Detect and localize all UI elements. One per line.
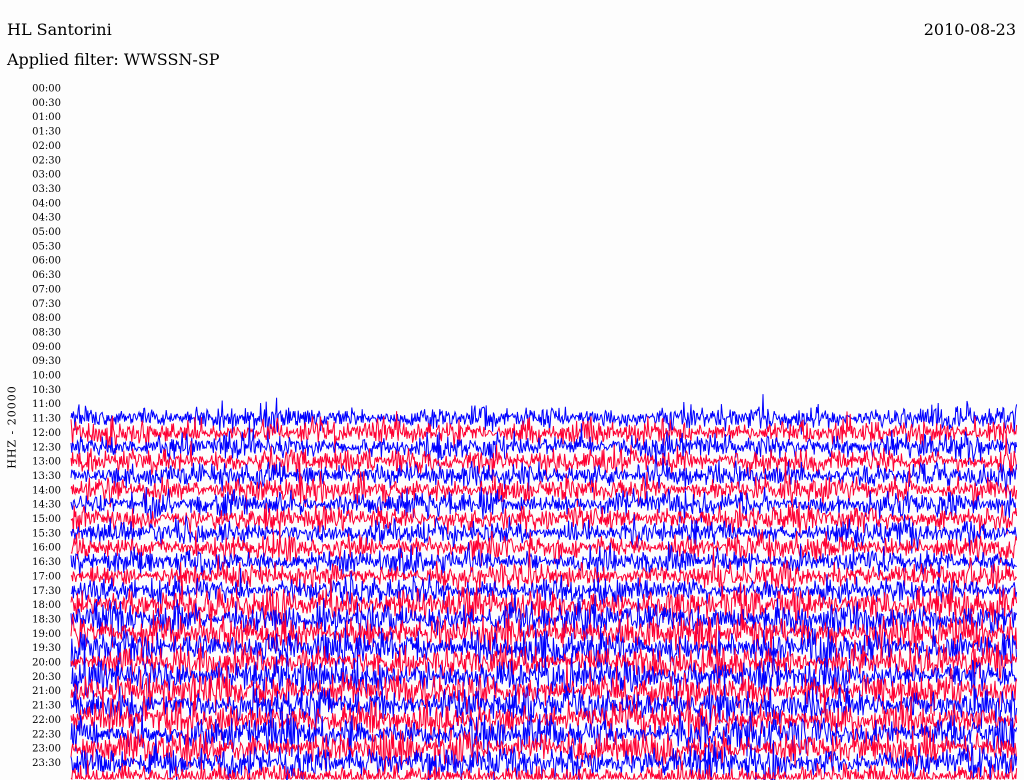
time-tick-label: 17:00 [32, 571, 61, 582]
time-tick-label: 19:00 [32, 629, 61, 640]
time-tick-label: 13:30 [32, 471, 61, 482]
time-tick-label: 21:00 [32, 686, 61, 697]
time-tick-label: 01:30 [32, 127, 61, 138]
time-tick-label: 02:00 [32, 141, 61, 152]
time-tick-label: 01:00 [32, 112, 61, 123]
time-tick-label: 14:30 [32, 500, 61, 511]
time-tick-label: 23:00 [32, 744, 61, 755]
time-tick-label: 08:00 [32, 313, 61, 324]
time-tick-label: 17:30 [32, 586, 61, 597]
time-tick-label: 22:00 [32, 715, 61, 726]
time-tick-label: 16:00 [32, 543, 61, 554]
time-tick-label: 12:30 [32, 442, 61, 453]
time-tick-label: 09:30 [32, 356, 61, 367]
time-tick-label: 15:30 [32, 528, 61, 539]
time-tick-label: 23:30 [32, 758, 61, 769]
time-tick-label: 16:30 [32, 557, 61, 568]
time-tick-label: 04:30 [32, 213, 61, 224]
time-tick-label: 08:30 [32, 327, 61, 338]
time-tick-label: 19:30 [32, 643, 61, 654]
time-tick-label: 04:00 [32, 198, 61, 209]
time-tick-labels: 00:00 00:30 01:00 01:30 02:00 02:30 03:00 03:30… [32, 84, 61, 769]
time-tick-label: 07:00 [32, 284, 61, 295]
time-tick-label: 00:30 [32, 98, 61, 109]
helicorder-plot: 00:00 00:30 01:00 01:30 02:00 02:30 03:00 03:30… [32, 84, 1018, 780]
time-tick-label: 06:00 [32, 256, 61, 267]
time-tick-label: 14:00 [32, 485, 61, 496]
time-tick-label: 15:00 [32, 514, 61, 525]
time-tick-label: 05:00 [32, 227, 61, 238]
time-tick-label: 07:30 [32, 299, 61, 310]
time-tick-label: 13:00 [32, 457, 61, 468]
time-tick-label: 11:30 [32, 414, 61, 425]
time-tick-label: 09:00 [32, 342, 61, 353]
time-tick-label: 20:30 [32, 672, 61, 683]
time-tick-label: 11:00 [32, 399, 61, 410]
trace-lines [70, 394, 1018, 780]
time-tick-label: 03:00 [32, 170, 61, 181]
time-tick-label: 22:30 [32, 729, 61, 740]
time-tick-label: 20:00 [32, 658, 61, 669]
time-tick-label: 18:30 [32, 614, 61, 625]
time-tick-label: 18:00 [32, 600, 61, 611]
time-tick-label: 00:00 [32, 84, 61, 95]
time-tick-label: 21:30 [32, 701, 61, 712]
time-tick-label: 03:30 [32, 184, 61, 195]
time-tick-label: 10:30 [32, 385, 61, 396]
time-tick-label: 10:00 [32, 371, 61, 382]
time-tick-label: 06:30 [32, 270, 61, 281]
time-tick-label: 12:00 [32, 428, 61, 439]
time-tick-label: 02:30 [32, 155, 61, 166]
time-tick-label: 05:30 [32, 241, 61, 252]
